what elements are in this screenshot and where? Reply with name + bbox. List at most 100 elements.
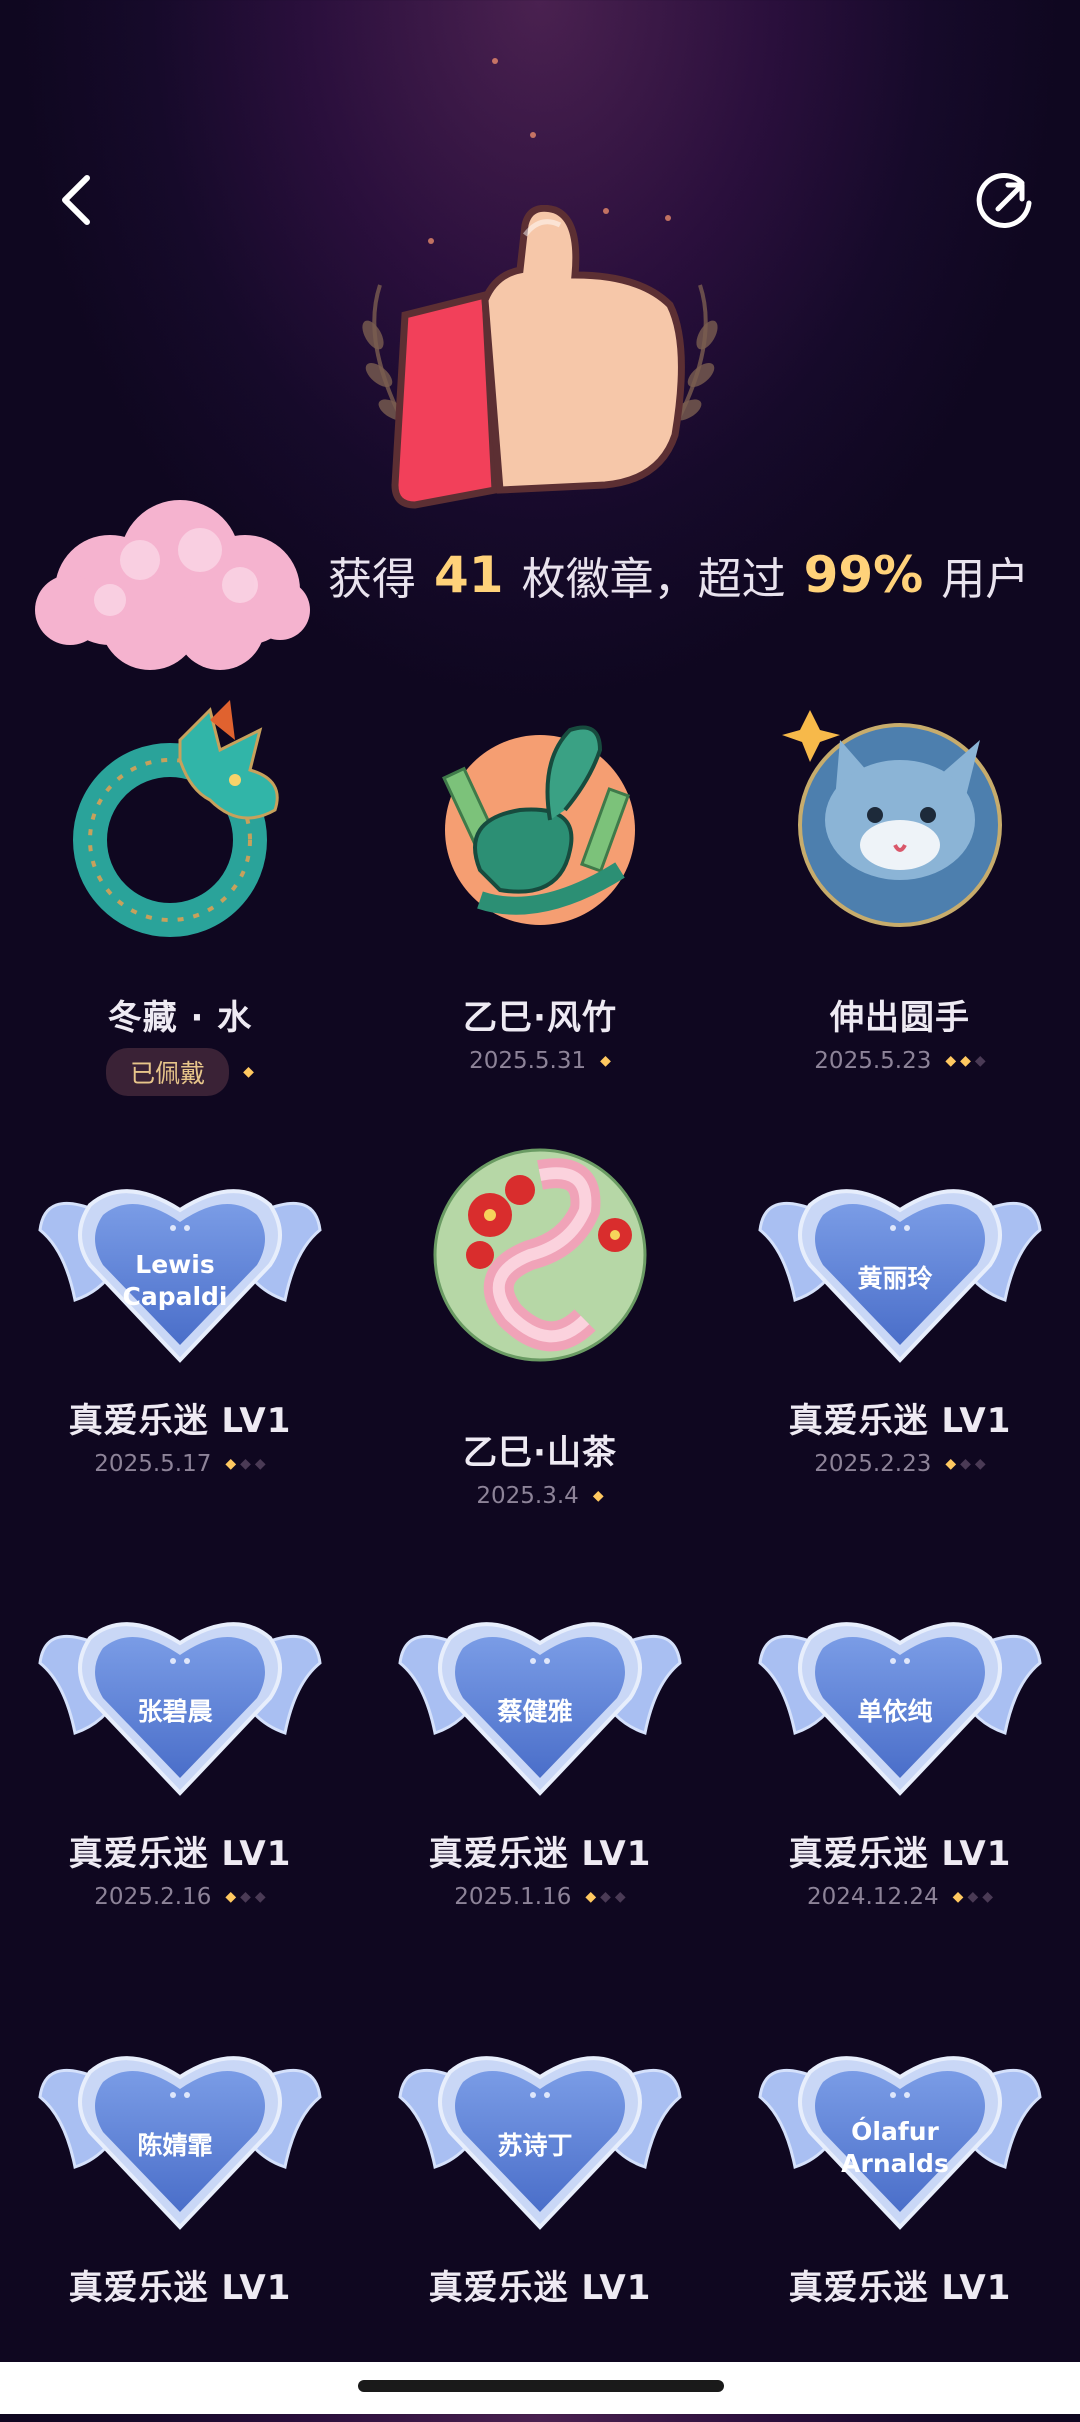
badge-name: 乙巳·风竹	[463, 998, 617, 1038]
badge-card[interactable]: 单依纯 真爱乐迷 LV1 2024.12.24 ◆ ◆ ◆	[720, 1568, 1080, 1988]
badge-name: 真爱乐迷 LV1	[788, 1834, 1012, 1874]
level-star-icon: ◆	[952, 1889, 964, 1905]
badge-card[interactable]: Ólafur Arnalds 真爱乐迷 LV1	[720, 2002, 1080, 2422]
badge-image[interactable]	[420, 700, 660, 944]
summary-prefix: 获得	[328, 554, 416, 605]
badge-meta: 2025.3.4 ◆	[360, 1483, 720, 1509]
level-star-icon: ◆	[974, 1456, 986, 1472]
badge-card[interactable]: 乙巳·山茶 2025.3.4 ◆	[360, 1135, 720, 1555]
snake-bamboo-badge-icon	[442, 725, 635, 925]
badge-card[interactable]: 冬藏 · 水 已佩戴 ◆	[0, 700, 360, 1120]
home-indicator[interactable]	[358, 2380, 724, 2392]
badge-image[interactable]	[780, 700, 1020, 944]
badge-image[interactable]: 苏诗丁	[395, 2037, 685, 2241]
badge-image[interactable]: Ólafur Arnalds	[755, 2037, 1045, 2241]
cat-paw-badge-icon	[782, 710, 1002, 927]
level-stars: ◆	[600, 1053, 611, 1069]
back-button[interactable]	[40, 165, 110, 235]
music-fan-heart-badge-icon: 蔡健雅	[398, 1622, 682, 1796]
level-star-icon: ◆	[225, 1889, 237, 1905]
spark-decoration	[492, 58, 498, 64]
level-stars: ◆ ◆ ◆	[953, 1889, 993, 1905]
heart-label: 蔡健雅	[497, 1697, 572, 1726]
badge-date: 2025.2.23	[814, 1451, 932, 1477]
badge-meta: 2025.5.31 ◆	[360, 1048, 720, 1074]
badge-meta: 已佩戴 ◆	[0, 1048, 360, 1096]
badge-card[interactable]: 蔡健雅 真爱乐迷 LV1 2025.1.16 ◆ ◆ ◆	[360, 1568, 720, 1988]
badge-date: 2025.1.16	[454, 1884, 572, 1910]
share-button[interactable]	[970, 165, 1040, 235]
badge-name: 冬藏 · 水	[107, 998, 253, 1038]
level-stars: ◆ ◆ ◆	[225, 1456, 265, 1472]
badge-date: 2025.2.16	[94, 1884, 212, 1910]
music-fan-heart-badge-icon: Ólafur Arnalds	[758, 2056, 1042, 2230]
badge-card[interactable]: Lewis Capaldi 真爱乐迷 LV1 2025.5.17 ◆ ◆ ◆	[0, 1135, 360, 1555]
badge-date: 2025.5.31	[469, 1048, 587, 1074]
badge-image[interactable]	[60, 700, 300, 944]
heart-label: 黄丽玲	[857, 1264, 932, 1293]
badge-card[interactable]: 张碧晨 真爱乐迷 LV1 2025.2.16 ◆ ◆ ◆	[0, 1568, 360, 1988]
badge-card[interactable]: 乙巳·风竹 2025.5.31 ◆	[360, 700, 720, 1120]
badge-meta: 2024.12.24 ◆ ◆ ◆	[720, 1884, 1080, 1910]
badge-name: 真爱乐迷 LV1	[788, 1401, 1012, 1441]
music-fan-heart-badge-icon: 张碧晨	[38, 1622, 322, 1796]
heart-label: 张碧晨	[137, 1697, 213, 1726]
badge-card[interactable]: 伸出圆手 2025.5.23 ◆ ◆ ◆	[720, 700, 1080, 1120]
badge-card[interactable]: 陈婧霏 真爱乐迷 LV1	[0, 2002, 360, 2422]
badge-meta: 2025.2.16 ◆ ◆ ◆	[0, 1884, 360, 1910]
chevron-left-icon	[62, 175, 90, 225]
level-star-icon: ◆	[243, 1064, 254, 1080]
heart-label: Capaldi	[122, 1282, 227, 1311]
badge-count: 41	[434, 546, 504, 604]
badge-image[interactable]: 蔡健雅	[395, 1603, 685, 1807]
badge-name: 真爱乐迷 LV1	[68, 2268, 292, 2308]
badge-image[interactable]: 单依纯	[755, 1603, 1045, 1807]
badge-name: 伸出圆手	[830, 998, 970, 1038]
music-fan-heart-badge-icon: 单依纯	[758, 1622, 1042, 1796]
badge-card[interactable]: 黄丽玲 真爱乐迷 LV1 2025.2.23 ◆ ◆ ◆	[720, 1135, 1080, 1555]
level-star-icon: ◆	[585, 1889, 597, 1905]
level-stars: ◆ ◆ ◆	[945, 1456, 985, 1472]
badge-name: 真爱乐迷 LV1	[788, 2268, 1012, 2308]
badge-summary: 获得 41 枚徽章，超过 99% 用户	[328, 540, 1029, 610]
summary-suffix: 用户	[941, 554, 1030, 605]
level-star-icon: ◆	[960, 1053, 971, 1069]
heart-label: Lewis	[135, 1250, 214, 1279]
badge-meta: 2025.2.23 ◆ ◆ ◆	[720, 1451, 1080, 1477]
badge-date: 2025.5.23	[814, 1048, 932, 1074]
share-icon	[976, 172, 1032, 228]
badge-name: 真爱乐迷 LV1	[68, 1401, 292, 1441]
level-stars: ◆	[593, 1488, 604, 1504]
cloud-decoration-icon	[35, 500, 310, 670]
level-star-icon: ◆	[225, 1456, 237, 1472]
summary-mid: 枚徽章，超过	[521, 554, 786, 605]
badge-card[interactable]: 苏诗丁 真爱乐迷 LV1	[360, 2002, 720, 2422]
snake-camellia-badge-icon	[433, 1148, 647, 1362]
badge-image[interactable]: 张碧晨	[35, 1603, 325, 1807]
badge-image[interactable]	[420, 1135, 660, 1379]
level-star-icon: ◆	[240, 1889, 251, 1905]
badge-image[interactable]: Lewis Capaldi	[35, 1170, 325, 1374]
badge-image[interactable]: 黄丽玲	[755, 1170, 1045, 1374]
music-fan-heart-badge-icon: 黄丽玲	[758, 1189, 1042, 1363]
level-star-icon: ◆	[600, 1053, 611, 1069]
water-dragon-badge-icon	[73, 700, 279, 937]
music-fan-heart-badge-icon: 苏诗丁	[398, 2056, 682, 2230]
percent-value: 99%	[803, 546, 924, 604]
spark-decoration	[530, 132, 536, 138]
badge-image[interactable]: 陈婧霏	[35, 2037, 325, 2241]
badge-name: 真爱乐迷 LV1	[428, 1834, 652, 1874]
thumbs-up-badge-icon	[362, 205, 718, 509]
badge-date: 2024.12.24	[806, 1884, 939, 1910]
worn-tag: 已佩戴	[106, 1048, 230, 1096]
level-star-icon: ◆	[600, 1889, 611, 1905]
level-star-icon: ◆	[254, 1456, 266, 1472]
heart-label: Arnalds	[841, 2149, 949, 2178]
level-star-icon: ◆	[240, 1456, 251, 1472]
badge-name: 乙巳·山茶	[463, 1433, 617, 1473]
level-stars: ◆ ◆ ◆	[225, 1889, 265, 1905]
badge-meta: 2025.1.16 ◆ ◆ ◆	[360, 1884, 720, 1910]
heart-label: 陈婧霏	[137, 2131, 212, 2160]
badge-name: 真爱乐迷 LV1	[68, 1834, 292, 1874]
level-stars: ◆ ◆ ◆	[945, 1053, 985, 1069]
